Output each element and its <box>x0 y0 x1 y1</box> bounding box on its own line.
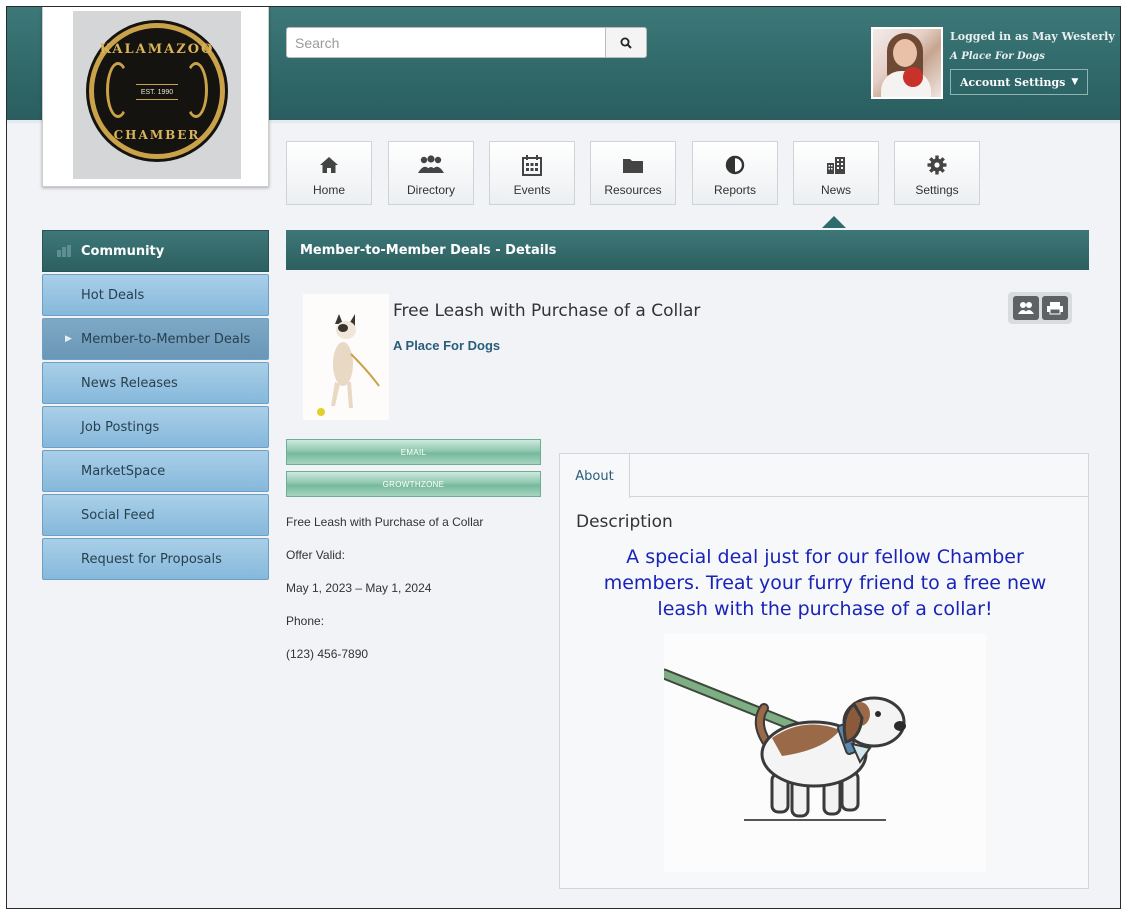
nav-resources[interactable]: Resources <box>590 141 676 205</box>
contacts-icon <box>1017 302 1034 314</box>
action-buttons <box>1008 292 1072 324</box>
growthzone-button-label: GROWTHZONE <box>382 479 445 489</box>
app-frame: KALAMAZOO EST. 1990 CHAMBER Logged in as… <box>6 6 1121 909</box>
account-settings-button[interactable]: Account Settings ▼ <box>950 69 1088 95</box>
about-tab-bar <box>560 454 1088 497</box>
avatar-face <box>893 39 917 67</box>
nav-directory[interactable]: Directory <box>388 141 474 205</box>
deal-organization-link[interactable]: A Place For Dogs <box>393 338 500 353</box>
deal-title: Free Leash with Purchase of a Collar <box>393 301 701 321</box>
people-icon <box>418 155 444 173</box>
folder-icon <box>623 159 643 173</box>
sidebar-item-member-to-member-deals[interactable]: ▶ Member-to-Member Deals <box>42 318 269 360</box>
offer-valid-value: May 1, 2023 – May 1, 2024 <box>286 581 432 595</box>
sidebar-item-label: Social Feed <box>81 507 155 523</box>
sidebar-item-job-postings[interactable]: Job Postings <box>42 406 269 448</box>
nav-directory-label: Directory <box>406 183 455 197</box>
chevron-right-icon: ▶ <box>65 334 72 344</box>
contact-button[interactable] <box>1012 296 1039 320</box>
pie-chart-icon <box>725 155 745 175</box>
logo-est-text: EST. 1990 <box>136 84 178 100</box>
logo-background: KALAMAZOO EST. 1990 CHAMBER <box>73 11 241 179</box>
email-button-label: EMAIL <box>400 447 427 457</box>
about-panel: About Description A special deal just fo… <box>559 453 1089 889</box>
content-header: Member-to-Member Deals - Details <box>286 230 1089 270</box>
user-organization: A Place For Dogs <box>950 51 1045 62</box>
logo-ring-top-text: KALAMAZOO <box>99 42 215 57</box>
sidebar-item-news-releases[interactable]: News Releases <box>42 362 269 404</box>
nav-events-label: Events <box>513 183 551 197</box>
active-nav-pointer <box>822 216 846 228</box>
buildings-icon <box>827 157 845 174</box>
tab-about[interactable]: About <box>560 454 630 498</box>
dog-photo <box>303 294 389 420</box>
tab-about-label: About <box>575 468 614 484</box>
user-avatar[interactable] <box>871 27 943 99</box>
gear-icon <box>927 155 947 175</box>
email-button[interactable]: EMAIL <box>286 439 541 465</box>
wreath-right-icon <box>184 62 208 118</box>
page-title: Member-to-Member Deals - Details <box>300 242 557 258</box>
sidebar-item-label: News Releases <box>81 375 178 391</box>
nav-events[interactable]: Events <box>489 141 575 205</box>
print-button[interactable] <box>1041 296 1068 320</box>
sidebar-item-label: Job Postings <box>81 419 160 435</box>
sidebar: Community Hot Deals ▶ Member-to-Member De… <box>42 230 269 582</box>
search-button[interactable] <box>605 27 647 58</box>
nav-home-label: Home <box>312 183 345 197</box>
nav-news-label: News <box>820 183 851 197</box>
sidebar-header-label: Community <box>81 243 165 259</box>
logo-seal: KALAMAZOO EST. 1990 CHAMBER <box>89 23 225 159</box>
sidebar-item-hot-deals[interactable]: Hot Deals <box>42 274 269 316</box>
description-text: A special deal just for our fellow Chamb… <box>603 546 1047 620</box>
dog-leash-illustration <box>658 634 986 872</box>
phone-label: Phone: <box>286 614 325 628</box>
logo-ring-bottom-text: CHAMBER <box>113 128 201 142</box>
sidebar-item-label: Hot Deals <box>81 287 145 303</box>
print-icon <box>1046 302 1063 315</box>
search-icon <box>620 37 632 49</box>
chamber-logo[interactable]: KALAMAZOO EST. 1990 CHAMBER <box>42 7 269 187</box>
offer-valid-label: Offer Valid: <box>286 548 345 562</box>
home-icon <box>320 157 338 173</box>
nav-news[interactable]: News <box>793 141 879 205</box>
search-input[interactable] <box>286 27 606 58</box>
sidebar-item-social-feed[interactable]: Social Feed <box>42 494 269 536</box>
caret-down-icon: ▼ <box>1071 77 1079 87</box>
sidebar-header-community[interactable]: Community <box>42 230 269 272</box>
nav-settings[interactable]: Settings <box>894 141 980 205</box>
sidebar-item-label: MarketSpace <box>81 463 166 479</box>
nav-reports-label: Reports <box>713 183 757 197</box>
calendar-icon <box>522 155 542 176</box>
nav-home[interactable]: Home <box>286 141 372 205</box>
account-settings-label: Account Settings <box>960 75 1066 89</box>
nav-reports[interactable]: Reports <box>692 141 778 205</box>
deal-image[interactable] <box>303 294 389 420</box>
sidebar-item-request-for-proposals[interactable]: Request for Proposals <box>42 538 269 580</box>
sidebar-item-label: Request for Proposals <box>81 551 222 567</box>
logged-in-text: Logged in as May Westerly <box>950 30 1115 43</box>
phone-value[interactable]: (123) 456-7890 <box>286 647 368 661</box>
sidebar-item-label: Member-to-Member Deals <box>81 331 251 347</box>
sidebar-item-marketspace[interactable]: MarketSpace <box>42 450 269 492</box>
nav-resources-label: Resources <box>604 183 662 197</box>
deal-info-title: Free Leash with Purchase of a Collar <box>286 515 484 529</box>
nav-settings-label: Settings <box>915 183 959 197</box>
community-icon <box>57 245 71 257</box>
dog-on-leash-image <box>658 634 986 872</box>
wreath-left-icon <box>106 62 130 118</box>
avatar-pet <box>903 67 923 87</box>
description-heading: Description <box>576 512 673 532</box>
growthzone-button[interactable]: GROWTHZONE <box>286 471 541 497</box>
